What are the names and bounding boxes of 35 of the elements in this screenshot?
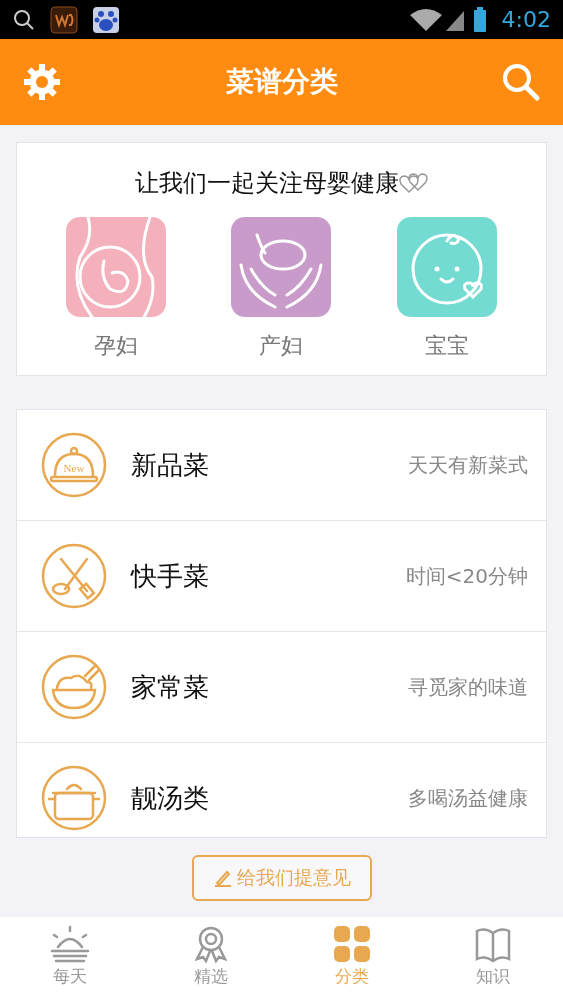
feedback-button[interactable]: 给我们提意见 xyxy=(191,855,372,901)
search-icon[interactable] xyxy=(501,62,541,102)
category-label: 产妇 xyxy=(259,332,304,360)
app-notification-icon xyxy=(50,5,78,34)
page-title: 菜谱分类 xyxy=(225,64,338,100)
soup-pot-icon xyxy=(41,765,107,831)
nav-tab[interactable]: 知识 xyxy=(422,917,563,1002)
paw-app-icon xyxy=(92,5,120,34)
grid-icon xyxy=(331,925,372,963)
food-dome-icon: New xyxy=(41,432,107,498)
category-tile[interactable] xyxy=(231,217,332,317)
category-name[interactable]: 新品菜 xyxy=(131,447,209,483)
search-icon xyxy=(12,7,36,32)
category-note: 天天有新菜式 xyxy=(408,451,528,479)
category-label: 宝宝 xyxy=(425,332,470,360)
category-name[interactable]: 家常菜 xyxy=(131,669,209,705)
nav-tab[interactable]: 精选 xyxy=(140,917,282,1002)
hearts-icon xyxy=(398,172,429,194)
category-name[interactable]: 快手菜 xyxy=(131,558,209,594)
category-note: 寻觅家的味道 xyxy=(408,673,528,701)
category-tile[interactable] xyxy=(65,217,166,317)
nav-tab[interactable]: 分类 xyxy=(281,917,423,1002)
category-tile[interactable] xyxy=(397,217,498,317)
category-label: 孕妇 xyxy=(93,332,138,360)
category-note: 时间<20分钟 xyxy=(405,562,528,590)
rice-bowl-icon xyxy=(41,654,107,720)
nav-tab[interactable]: 每天 xyxy=(0,917,141,1002)
ladle-spatula-icon xyxy=(41,543,107,609)
category-note: 多喝汤益健康 xyxy=(408,784,528,812)
category-name[interactable]: 靓汤类 xyxy=(131,780,209,816)
sunrise-icon xyxy=(50,925,91,963)
settings-icon[interactable] xyxy=(22,62,62,102)
clock-time: 4:02 xyxy=(501,7,551,32)
pencil-icon xyxy=(212,868,233,888)
care-card-title: 让我们一起关注母婴健康 xyxy=(134,168,399,199)
